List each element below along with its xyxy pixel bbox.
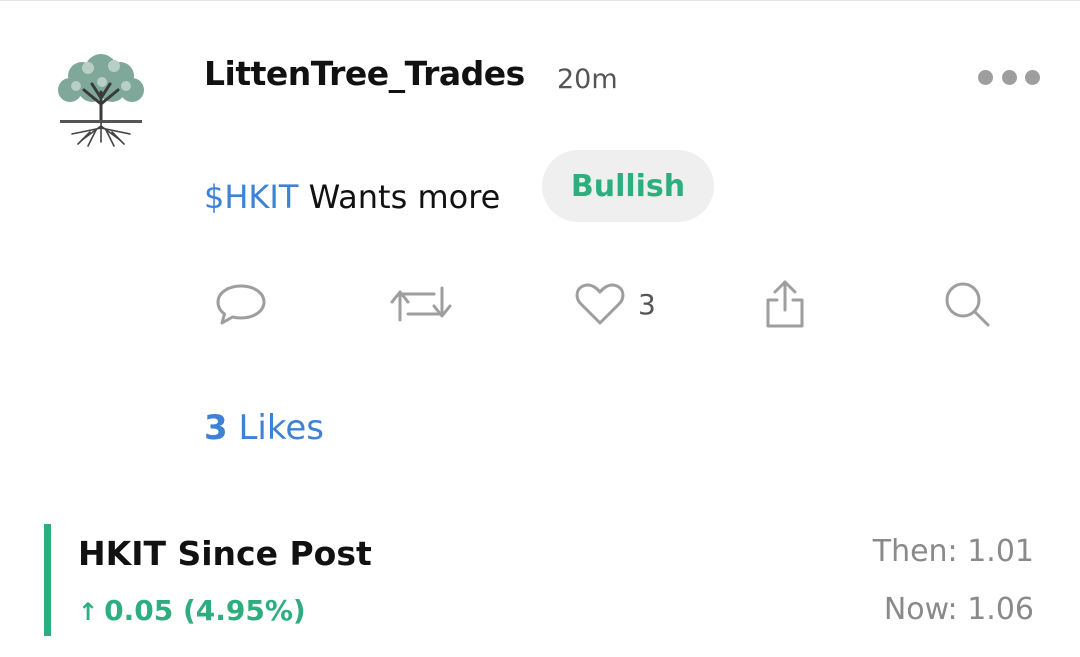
post-message: Wants more	[298, 178, 501, 216]
like-button[interactable]: 3	[574, 278, 656, 330]
avatar[interactable]	[52, 48, 150, 150]
sentiment-badge: Bullish	[542, 150, 714, 222]
likes-summary-link[interactable]: 3 Likes	[204, 404, 324, 452]
reply-button[interactable]	[214, 278, 268, 330]
share-button[interactable]	[762, 278, 808, 330]
price-now: Now: 1.06	[883, 592, 1034, 627]
dot	[1001, 69, 1017, 85]
performance-change-value: 0.05 (4.95%)	[104, 594, 306, 627]
magnifier-icon	[945, 282, 990, 327]
performance-title: HKIT Since Post	[78, 534, 372, 573]
top-divider	[0, 0, 1080, 1]
dot	[978, 69, 993, 85]
search-button[interactable]	[942, 278, 992, 330]
like-count: 3	[638, 287, 656, 321]
likes-count: 3	[204, 408, 228, 448]
repost-icon	[390, 286, 452, 322]
share-upload-icon	[766, 280, 804, 328]
price-then: Then: 1.01	[872, 534, 1034, 569]
performance-change: ↑ 0.05 (4.95%)	[78, 590, 306, 633]
tree-logo-icon	[58, 54, 144, 147]
likes-label: Likes	[227, 408, 324, 448]
post-author-username[interactable]: LittenTree_Trades	[204, 52, 525, 96]
more-options-icon[interactable]	[978, 62, 1040, 92]
up-arrow-icon: ↑	[78, 598, 99, 626]
cashtag-link[interactable]: $HKIT	[204, 178, 298, 216]
post-timestamp: 20m	[557, 64, 618, 95]
performance-accent-bar	[44, 524, 51, 636]
heart-icon	[575, 283, 625, 325]
post-body: $HKIT Wants more	[204, 174, 500, 220]
dot	[1025, 69, 1040, 85]
reshare-button[interactable]	[386, 278, 456, 330]
speech-bubble-icon	[216, 284, 266, 325]
